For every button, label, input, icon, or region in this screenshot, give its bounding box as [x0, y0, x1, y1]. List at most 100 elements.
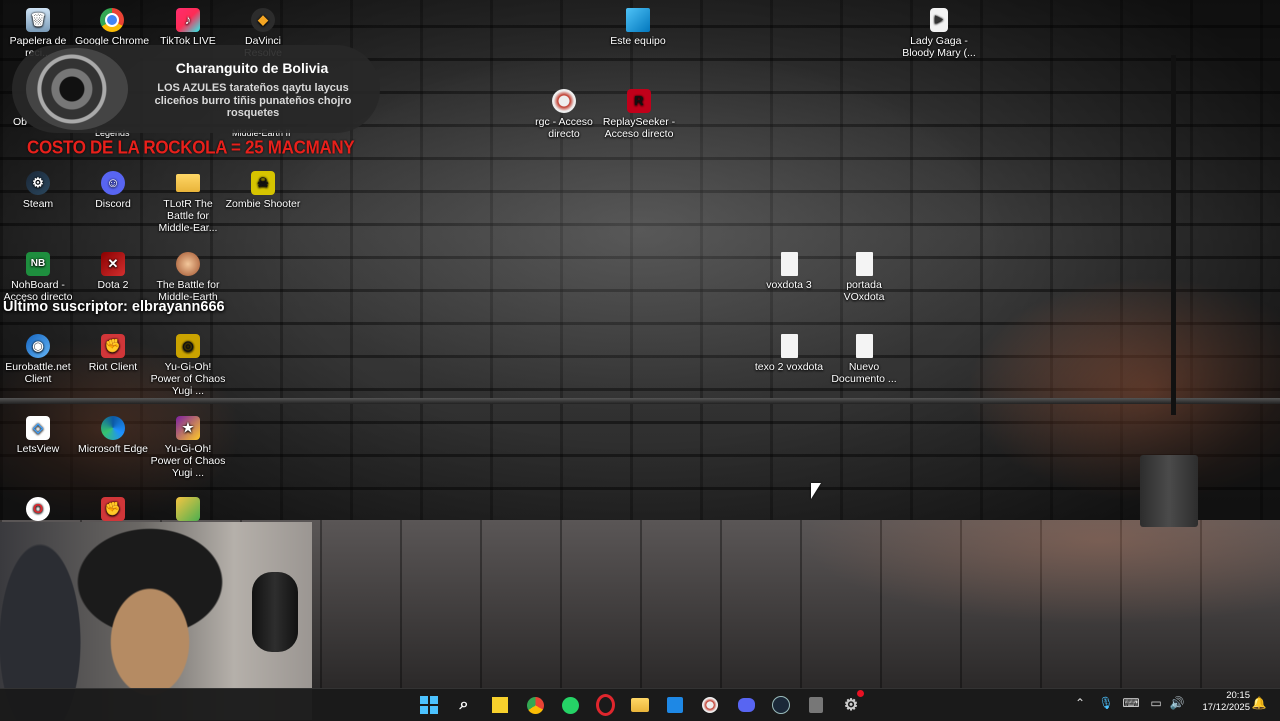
desktop-icon-steam[interactable]: ⚙ Steam [0, 171, 76, 210]
yugioh-icon: ★ [176, 416, 200, 440]
now-playing-title: Charanguito de Bolivia [175, 60, 329, 76]
bfme-icon [176, 252, 200, 276]
keyboard-icon[interactable]: ⌨ [1122, 692, 1140, 714]
desktop-icon-label: rgc - Acceso directo [535, 116, 593, 140]
desktop-icon-game-partial[interactable] [150, 497, 226, 524]
desktop-icon-opera-partial[interactable]: O [0, 497, 76, 524]
text-file-icon [855, 252, 873, 276]
app-icon[interactable] [803, 692, 829, 718]
desktop-icon-dota2[interactable]: ✕ Dota 2 [75, 252, 151, 291]
desktop-icon-label: Lady Gaga - Bloody Mary (... [902, 35, 976, 59]
opera-icon: O [26, 497, 50, 521]
nohboard-icon: NB [26, 252, 50, 276]
steam-icon: ⚙ [26, 171, 50, 195]
desktop-icon-riot-partial[interactable]: ✊ [75, 497, 151, 524]
desktop-icon-label: Eurobattle.net Client [5, 361, 71, 385]
recycle-bin-icon: 🗑 [26, 8, 50, 32]
desktop-icon-portada-voxdota[interactable]: portada VOxdota [826, 252, 902, 303]
eurobattle-icon: ◉ [26, 334, 50, 358]
wallpaper-pipe [1171, 55, 1176, 415]
chrome-icon[interactable] [522, 692, 548, 718]
desktop-icon-nohboard[interactable]: NB NohBoard - Acceso directo [0, 252, 76, 303]
file-explorer-icon[interactable] [627, 692, 653, 718]
album-art-disc [26, 48, 128, 130]
desktop-icon-label: Yu-Gi-Oh! Power of Chaos Yugi ... [150, 361, 226, 397]
wallpaper-ledge [0, 398, 1280, 404]
desktop-icon-bfme[interactable]: The Battle for Middle-Earth [150, 252, 226, 303]
chevron-up-icon[interactable]: ⌃ [1071, 692, 1089, 714]
rgc-icon [552, 89, 576, 113]
chrome-icon [100, 8, 124, 32]
desktop-icon-label: Nuevo Documento ... [831, 361, 897, 385]
desktop-icon-label: Yu-Gi-Oh! Power of Chaos Yugi ... [150, 443, 226, 479]
microphone-icon[interactable]: 🎙 [1097, 692, 1115, 714]
desktop-icon-label: Discord [95, 198, 131, 210]
desktop-icon-edge[interactable]: Microsoft Edge [75, 416, 151, 455]
windows-start-icon[interactable] [416, 692, 442, 718]
desktop-icon-rgc[interactable]: rgc - Acceso directo [526, 89, 602, 140]
desktop-icon-replayseeker[interactable]: R ReplaySeeker - Acceso directo [601, 89, 677, 140]
text-file-icon [855, 334, 873, 358]
opera-icon[interactable] [592, 692, 618, 718]
discord-icon: ☺ [101, 171, 125, 195]
dota-icon: ✕ [101, 252, 125, 276]
desktop-icon-label: Dota 2 [97, 279, 129, 291]
desktop-icon-yugioh-2[interactable]: ★ Yu-Gi-Oh! Power of Chaos Yugi ... [150, 416, 226, 479]
desktop-icon-riot-client[interactable]: ✊ Riot Client [75, 334, 151, 373]
desktop-icon-label: portada VOxdota [843, 279, 885, 303]
clock-time: 20:15 [1226, 690, 1250, 701]
desktop-icon-este-equipo[interactable]: Este equipo [600, 8, 676, 47]
zombie-icon: ☠ [251, 171, 275, 195]
desktop-icon-chrome[interactable]: Google Chrome [74, 8, 150, 47]
network-icon[interactable]: ▭ [1147, 692, 1165, 714]
desktop-icon-label: LetsView [16, 443, 60, 455]
desktop-icon-label: Steam [22, 198, 54, 210]
webcam-microphone [252, 572, 298, 652]
wallpaper-bucket [1140, 455, 1198, 527]
desktop-icon-letsview[interactable]: ◇ LetsView [0, 416, 76, 455]
text-file-icon [780, 334, 798, 358]
now-playing-subtitle: LOS AZULES tarateños qaytu laycus cliceñ… [154, 82, 352, 119]
desktop-icon-voxdota3[interactable]: voxdota 3 [751, 252, 827, 291]
desktop-icon-discord[interactable]: ☺ Discord [75, 171, 151, 210]
rgc-icon[interactable] [697, 692, 723, 718]
desktop-icon-label: Zombie Shooter [225, 198, 301, 210]
desktop-icon-texo2-voxdota[interactable]: texo 2 voxdota [751, 334, 827, 373]
steam-icon[interactable] [768, 692, 794, 718]
search-icon[interactable]: ⌕ [451, 692, 477, 718]
desktop-icon-label: voxdota 3 [766, 279, 812, 291]
computer-icon [626, 8, 650, 32]
discord-icon[interactable] [733, 692, 759, 718]
text-file-icon [780, 252, 798, 276]
replayseeker-icon: R [627, 89, 651, 113]
volume-icon[interactable]: 🔊 [1168, 692, 1186, 714]
folder-icon [176, 174, 200, 192]
taskbar-clock[interactable]: 20:15 17/12/2025 [1192, 690, 1250, 714]
notification-bell-icon[interactable]: 🔔 [1250, 692, 1268, 714]
sticky-notes-icon[interactable] [487, 692, 513, 718]
store-icon[interactable] [662, 692, 688, 718]
riot-icon: ✊ [101, 497, 125, 521]
rockola-price-banner: COSTO DE LA ROCKOLA = 25 MACMANY [27, 137, 355, 158]
tiktok-icon: ♪ [176, 8, 200, 32]
desktop-icon-tiktok-live[interactable]: ♪ TikTok LIVE [150, 8, 226, 47]
desktop-icon-label: Riot Client [88, 361, 138, 373]
video-file-icon: ▶ [930, 8, 948, 32]
desktop-icon-zombie-shooter[interactable]: ☠ Zombie Shooter [225, 171, 301, 210]
yugioh-icon: ◎ [176, 334, 200, 358]
letsview-icon: ◇ [26, 416, 50, 440]
mouse-cursor-icon [811, 483, 821, 499]
desktop-icon-label: Microsoft Edge [77, 443, 149, 455]
desktop-icon-nuevo-documento[interactable]: Nuevo Documento ... [826, 334, 902, 385]
desktop-icon-tlotr-folder[interactable]: TLotR The Battle for Middle-Ear... [150, 171, 226, 234]
last-subscriber-text: Ultimo suscriptor: elbrayann666 [3, 299, 225, 315]
desktop-icon-yugioh-1[interactable]: ◎ Yu-Gi-Oh! Power of Chaos Yugi ... [150, 334, 226, 397]
riot-icon: ✊ [101, 334, 125, 358]
desktop-icon-lady-gaga-video[interactable]: ▶ Lady Gaga - Bloody Mary (... [901, 8, 977, 59]
game-icon [176, 497, 200, 521]
desktop-icon-eurobattle[interactable]: ◉ Eurobattle.net Client [0, 334, 76, 385]
whatsapp-icon[interactable] [557, 692, 583, 718]
desktop-icon-label: ReplaySeeker - Acceso directo [602, 116, 676, 140]
clock-date: 17/12/2025 [1202, 702, 1250, 713]
desktop-icon-label: texo 2 voxdota [754, 361, 824, 373]
